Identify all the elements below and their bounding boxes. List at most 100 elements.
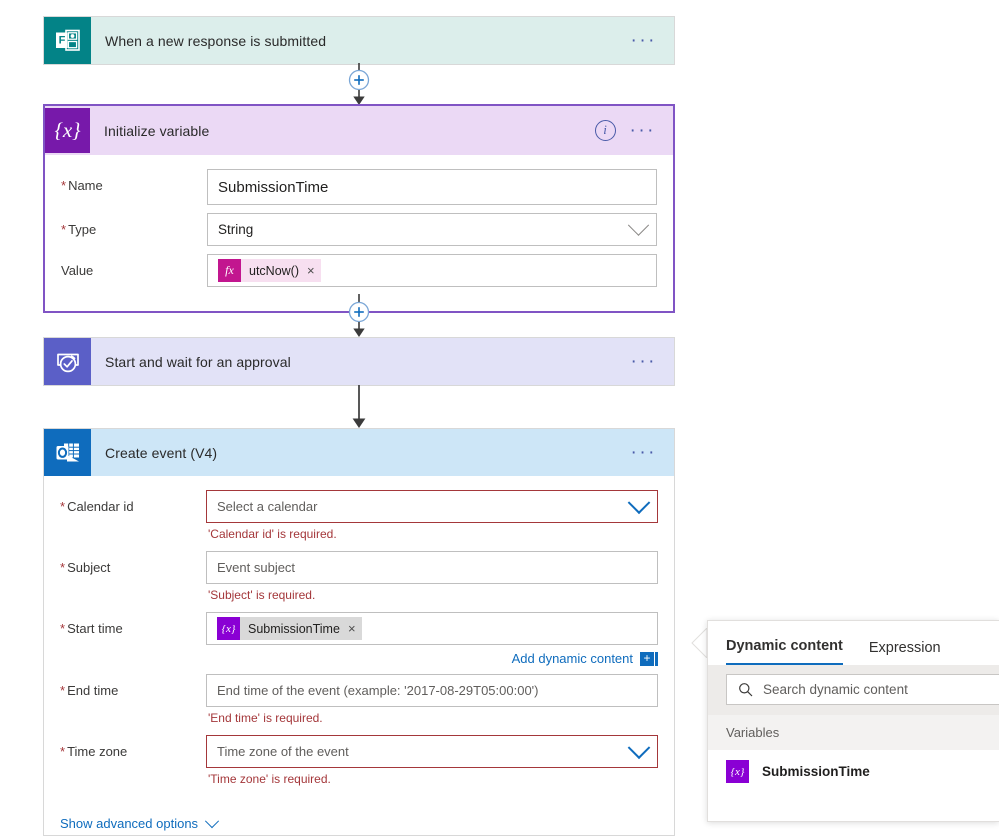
initialize-variable-title: Initialize variable <box>104 122 210 139</box>
connector-add-step-1[interactable] <box>341 63 377 105</box>
connector-arrow-3 <box>341 385 377 428</box>
name-input[interactable]: SubmissionTime <box>207 169 657 205</box>
type-dropdown[interactable]: String <box>207 213 657 246</box>
field-row-name: * Name SubmissionTime <box>61 169 657 205</box>
search-placeholder: Search dynamic content <box>763 682 908 697</box>
create-event-more-button[interactable]: ··· <box>631 443 657 462</box>
show-advanced-options-row[interactable]: Show advanced options <box>44 802 674 835</box>
token-submissiontime[interactable]: {x} SubmissionTime × <box>217 617 362 640</box>
flow-step-create-event-v4[interactable]: Create event (V4) ··· * Calendar id Selec… <box>43 428 675 836</box>
subject-error: 'Subject' is required. <box>208 588 316 602</box>
type-dropdown-value: String <box>218 222 254 237</box>
field-row-end-time: * End time End time of the event (example… <box>60 674 658 727</box>
value-input[interactable]: fx utcNow() × <box>207 254 657 287</box>
subject-input[interactable]: Event subject <box>206 551 658 584</box>
dynamic-content-callout-pointer <box>691 626 708 660</box>
value-field-label: Value <box>61 263 94 278</box>
dynamic-content-item-submissiontime[interactable]: {x} SubmissionTime <box>708 750 999 793</box>
tab-dynamic-content[interactable]: Dynamic content <box>726 638 843 665</box>
initialize-variable-body: * Name SubmissionTime * Type String Valu… <box>45 155 673 311</box>
required-asterisk: * <box>60 744 66 759</box>
trigger-card-header[interactable]: F When a new response is submitted ··· <box>44 17 674 64</box>
dynamic-content-tabs: Dynamic content Expression <box>708 621 999 665</box>
flow-step-trigger[interactable]: F When a new response is submitted ··· <box>43 16 675 65</box>
approval-title: Start and wait for an approval <box>105 353 291 370</box>
field-row-type: * Type String <box>61 213 657 246</box>
field-row-subject: * Subject Event subject 'Subject' is requ… <box>60 551 658 604</box>
end-time-input[interactable]: End time of the event (example: '2017-08… <box>206 674 658 707</box>
required-asterisk: * <box>61 178 67 193</box>
trigger-title: When a new response is submitted <box>105 32 327 49</box>
trigger-more-button[interactable]: ··· <box>631 31 657 50</box>
calendar-id-placeholder: Select a calendar <box>217 499 318 514</box>
create-event-card-header[interactable]: Create event (V4) ··· <box>44 429 674 476</box>
calendar-id-error: 'Calendar id' is required. <box>208 527 337 541</box>
token-utcnow-label: utcNow() <box>249 263 300 278</box>
subject-placeholder: Event subject <box>217 560 296 575</box>
field-row-time-zone: * Time zone Time zone of the event 'Time … <box>60 735 658 788</box>
chevron-down-icon <box>627 490 651 514</box>
approval-card-header[interactable]: Start and wait for an approval ··· <box>44 338 674 385</box>
tab-expression[interactable]: Expression <box>869 640 941 665</box>
calendar-id-dropdown[interactable]: Select a calendar <box>206 490 658 523</box>
variable-token-icon: {x} <box>217 617 240 640</box>
token-utcnow[interactable]: fx utcNow() × <box>218 259 321 282</box>
chevron-down-icon <box>627 214 650 236</box>
create-event-header-actions: ··· <box>631 443 674 462</box>
outlook-calendar-icon <box>44 429 91 476</box>
name-field-label: * Name <box>61 178 103 193</box>
fx-icon: fx <box>218 259 241 282</box>
trigger-header-actions: ··· <box>631 31 674 50</box>
field-row-calendar-id: * Calendar id Select a calendar 'Calendar… <box>60 490 658 543</box>
info-icon[interactable]: i <box>594 120 616 141</box>
add-dynamic-content-icon[interactable]: + <box>640 651 658 666</box>
search-icon <box>739 683 753 697</box>
token-remove-icon[interactable]: × <box>348 621 356 636</box>
flow-step-start-and-wait-for-approval[interactable]: Start and wait for an approval ··· <box>43 337 675 386</box>
variable-token-icon: {x} <box>726 760 749 783</box>
start-time-input[interactable]: {x} SubmissionTime × <box>206 612 658 645</box>
connector-add-step-2[interactable] <box>341 294 377 337</box>
subject-field-label: * Subject <box>60 560 111 575</box>
dynamic-content-item-label: SubmissionTime <box>762 764 870 779</box>
end-time-field-label: * End time <box>60 683 119 698</box>
dynamic-content-group-variables: Variables <box>708 715 999 750</box>
required-asterisk: * <box>60 499 66 514</box>
start-time-field-label: * Start time <box>60 621 123 636</box>
required-asterisk: * <box>60 621 66 636</box>
time-zone-dropdown[interactable]: Time zone of the event <box>206 735 658 768</box>
calendar-id-field-label: * Calendar id <box>60 499 134 514</box>
time-zone-error: 'Time zone' is required. <box>208 772 331 786</box>
chevron-down-icon <box>627 735 651 759</box>
required-asterisk: * <box>60 560 66 575</box>
dynamic-content-panel: Dynamic content Expression Search dynami… <box>707 620 999 822</box>
field-row-value: Value fx utcNow() × <box>61 254 657 287</box>
approval-more-button[interactable]: ··· <box>631 352 657 371</box>
svg-text:F: F <box>59 35 66 47</box>
create-event-title: Create event (V4) <box>105 444 218 461</box>
create-event-body: * Calendar id Select a calendar 'Calendar… <box>44 476 674 802</box>
required-asterisk: * <box>61 222 67 237</box>
chevron-down-icon <box>204 813 220 828</box>
field-row-start-time: * Start time {x} SubmissionTime × Add dy… <box>60 612 658 666</box>
microsoft-forms-icon: F <box>44 17 91 64</box>
time-zone-field-label: * Time zone <box>60 744 128 759</box>
approval-icon <box>44 338 91 385</box>
flow-step-initialize-variable[interactable]: {x} Initialize variable i ··· * Name Subm… <box>43 104 675 313</box>
type-field-label: * Type <box>61 222 97 237</box>
search-dynamic-content-input[interactable]: Search dynamic content <box>726 674 999 705</box>
token-remove-icon[interactable]: × <box>307 263 315 278</box>
initialize-variable-card-header[interactable]: {x} Initialize variable i ··· <box>45 106 673 155</box>
initialize-variable-more-button[interactable]: ··· <box>630 121 656 140</box>
name-input-value: SubmissionTime <box>218 178 329 196</box>
add-dynamic-content-row[interactable]: Add dynamic content + <box>206 645 658 666</box>
initialize-variable-header-actions: i ··· <box>594 120 673 141</box>
required-asterisk: * <box>60 683 66 698</box>
end-time-placeholder: End time of the event (example: '2017-08… <box>217 683 539 698</box>
end-time-error: 'End time' is required. <box>208 711 323 725</box>
add-dynamic-content-link[interactable]: Add dynamic content <box>512 651 633 666</box>
variable-icon: {x} <box>45 108 90 153</box>
approval-header-actions: ··· <box>631 352 674 371</box>
time-zone-placeholder: Time zone of the event <box>217 744 349 759</box>
show-advanced-options-link[interactable]: Show advanced options <box>60 816 198 831</box>
